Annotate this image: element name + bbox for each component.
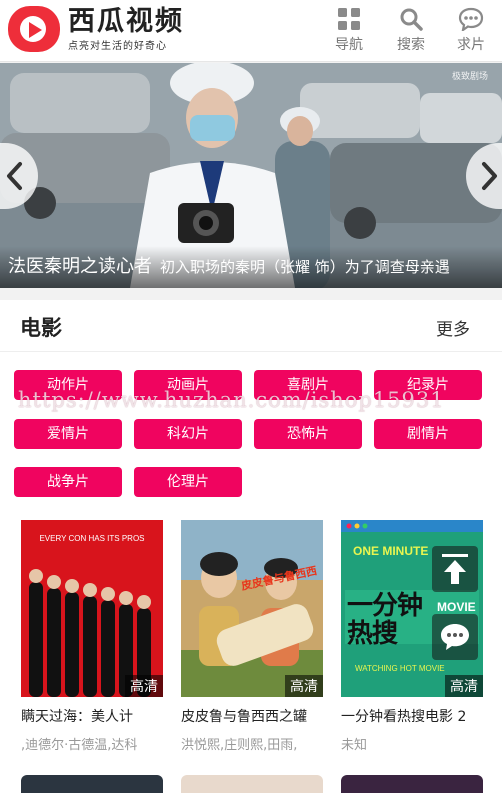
movie-cast: 洪悦熙,庄则熙,田雨,	[181, 738, 298, 753]
banner-caption: 法医秦明之读心者 初入职场的秦明（张耀 饰）为了调查母亲遇	[0, 246, 502, 288]
movie-title[interactable]: 皮皮鲁与鲁西西之罐	[181, 706, 323, 726]
logo-slogan: 点亮对生活的好奇心	[68, 40, 167, 52]
search-icon	[388, 4, 434, 34]
poster-cn-title: 一分钟热搜	[347, 591, 423, 649]
section-header: 电影 更多	[0, 300, 502, 352]
poster-movie-word: MOVIE	[437, 600, 476, 614]
genre-tag[interactable]: 战争片	[14, 467, 122, 497]
genre-tag[interactable]: 爱情片	[14, 419, 122, 449]
grid-icon	[326, 4, 372, 34]
nav-button-navigation[interactable]: 导航	[326, 4, 372, 56]
chevron-right-icon	[482, 162, 497, 190]
poster-line-2: WATCHING HOT MOVIE	[355, 664, 445, 673]
chat-bubble-icon	[448, 4, 494, 34]
banner-title[interactable]: 法医秦明之读心者	[8, 256, 152, 277]
section-title: 电影	[20, 316, 62, 340]
quality-badge: 高清	[445, 675, 483, 697]
site-logo[interactable]: 西瓜视频 点亮对生活的好奇心	[8, 4, 188, 54]
nav-button-search[interactable]: 搜索	[388, 4, 434, 56]
movie-title[interactable]: 一分钟看热搜电影 2	[341, 706, 483, 726]
genre-tag[interactable]: 剧情片	[374, 419, 482, 449]
banner-carousel[interactable]: 极致剧场 法医秦明之读心者 初入职场的秦明（张耀 饰）为了调查母亲遇	[0, 63, 502, 288]
genre-tag[interactable]: 恐怖片	[254, 419, 362, 449]
chat-button[interactable]	[432, 614, 478, 660]
movie-card-partial[interactable]	[181, 775, 323, 793]
chevron-left-icon	[7, 162, 22, 190]
poster-tagline: EVERY CON HAS ITS PROS	[39, 534, 145, 543]
quality-badge: 高清	[285, 675, 323, 697]
banner-corner-logo: 极致剧场	[451, 72, 488, 82]
more-link[interactable]: 更多	[436, 315, 470, 340]
play-logo-icon	[8, 6, 60, 52]
movie-card-partial[interactable]	[21, 775, 163, 793]
nav-label-search: 搜索	[397, 37, 425, 53]
genre-tag[interactable]: 伦理片	[134, 467, 242, 497]
movie-poster: 皮皮鲁与鲁西西 高清	[181, 520, 323, 697]
nav-label-request: 求片	[457, 37, 485, 53]
movie-poster: EVERY CON HAS ITS PROS 高清	[21, 520, 163, 697]
logo-title: 西瓜视频	[68, 5, 184, 37]
back-to-top-button[interactable]	[432, 546, 478, 592]
nav-button-request[interactable]: 求片	[448, 4, 494, 56]
arrow-up-icon	[442, 554, 468, 584]
poster-line-1: ONE MINUTE	[353, 544, 429, 558]
movie-cast: 未知	[341, 738, 368, 753]
genre-tag[interactable]: 科幻片	[134, 419, 242, 449]
movie-cast: ,迪德尔·古德温,达科	[21, 738, 138, 753]
quality-badge: 高清	[125, 675, 163, 697]
movie-title[interactable]: 瞒天过海：美人计	[21, 706, 163, 726]
movie-card-partial[interactable]	[341, 775, 483, 793]
movie-grid: EVERY CON HAS ITS PROS 高清 瞒天过海：美人计 ,迪德尔·…	[0, 520, 502, 793]
top-header: 西瓜视频 点亮对生活的好奇心 导航 搜索 求片	[0, 0, 502, 62]
watermark-url: https://www.huzhan.com/ishop15931	[18, 388, 445, 412]
nav-label-navigation: 导航	[335, 37, 363, 53]
banner-description: 初入职场的秦明（张耀 饰）为了调查母亲遇	[160, 258, 450, 276]
chat-bubble-icon	[441, 624, 469, 650]
page: 西瓜视频 点亮对生活的好奇心 导航 搜索 求片 极致剧场 法医秦明之读心者 初入…	[0, 0, 502, 793]
